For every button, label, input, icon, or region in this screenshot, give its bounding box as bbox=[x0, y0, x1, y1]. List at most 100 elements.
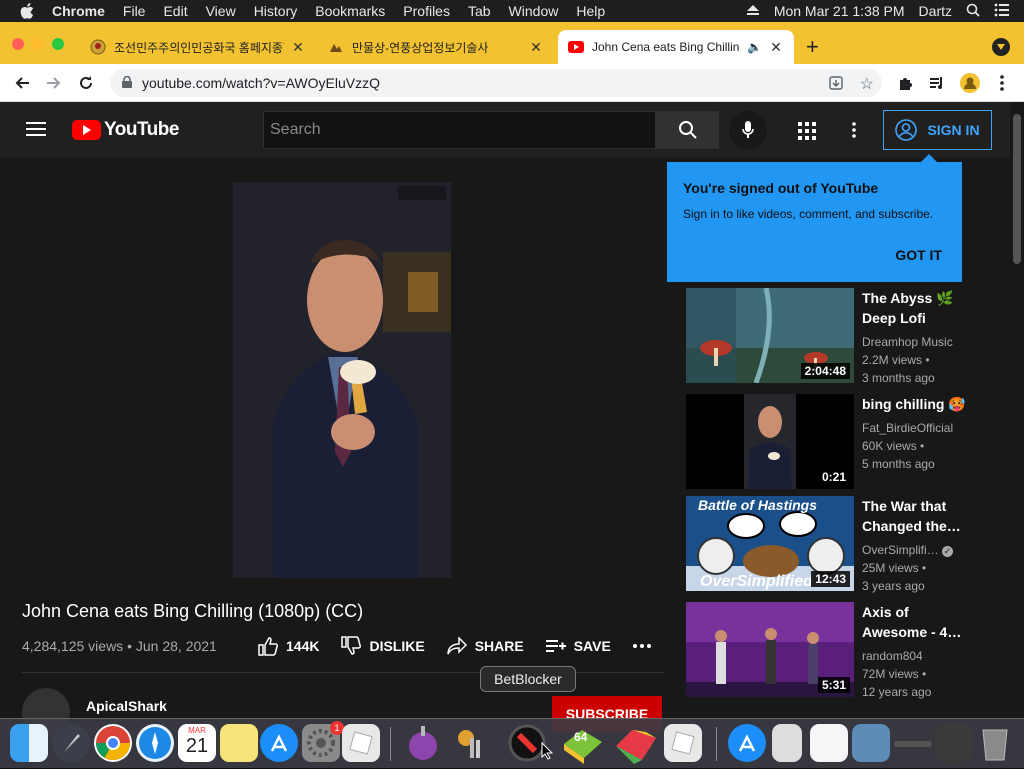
recommendation-channel[interactable]: Dreamhop Music bbox=[862, 333, 953, 351]
minimized-window-icon[interactable] bbox=[894, 741, 932, 747]
recommendation-channel[interactable]: OverSimplifi… bbox=[862, 543, 939, 557]
roblox-icon[interactable] bbox=[342, 724, 380, 762]
hamburger-menu-icon[interactable] bbox=[26, 121, 46, 142]
got-it-button[interactable]: GOT IT bbox=[895, 247, 942, 263]
menubar-clock[interactable]: Mon Mar 21 1:38 PM bbox=[774, 3, 905, 19]
finder-icon[interactable] bbox=[10, 724, 48, 762]
voice-search-mic-icon[interactable] bbox=[729, 111, 767, 149]
menu-window[interactable]: Window bbox=[509, 3, 559, 19]
thumbnail-lofi-forest[interactable]: 2:04:48 bbox=[686, 288, 854, 383]
apps-grid-icon[interactable] bbox=[798, 122, 816, 145]
address-bar[interactable]: youtube.com/watch?v=AWOyEluVzzQ ☆ bbox=[110, 69, 882, 97]
safari-compass-icon[interactable] bbox=[136, 724, 174, 762]
macos-dock: MAR 21 1 64 bbox=[0, 718, 1024, 768]
calendar-icon[interactable]: MAR 21 bbox=[178, 724, 216, 762]
settings-kebab-icon[interactable] bbox=[852, 122, 856, 143]
launchpad-rocket-icon[interactable] bbox=[52, 724, 90, 762]
video-title: John Cena eats Bing Chilling (1080p) (CC… bbox=[22, 601, 364, 621]
spotlight-search-icon[interactable] bbox=[966, 3, 980, 20]
menu-bookmarks[interactable]: Bookmarks bbox=[315, 3, 385, 19]
url-text[interactable]: youtube.com/watch?v=AWOyEluVzzQ bbox=[142, 75, 380, 91]
bluestacks-multi-icon[interactable] bbox=[612, 724, 656, 764]
menu-view[interactable]: View bbox=[206, 3, 236, 19]
page-scrollbar[interactable] bbox=[1010, 102, 1024, 716]
lock-icon[interactable] bbox=[122, 75, 132, 91]
install-app-icon[interactable] bbox=[828, 75, 844, 94]
menu-history[interactable]: History bbox=[254, 3, 298, 19]
thumbnail-axis-of-awesome[interactable]: 5:31 bbox=[686, 602, 854, 697]
document-file-icon[interactable] bbox=[772, 724, 802, 762]
close-window-button[interactable] bbox=[12, 38, 24, 50]
recommendation-item[interactable]: 0:21 bing chilling 🥵 Fat_BirdieOfficial … bbox=[686, 394, 966, 489]
notes-icon[interactable] bbox=[220, 724, 258, 762]
app-store-icon[interactable] bbox=[260, 724, 298, 762]
scrollbar-thumb[interactable] bbox=[1013, 114, 1021, 264]
extensions-puzzle-icon[interactable] bbox=[890, 67, 922, 99]
recommendation-channel[interactable]: Fat_BirdieOfficial bbox=[862, 419, 953, 437]
dislike-button[interactable]: DISLIKE bbox=[341, 636, 425, 656]
tab-manmulsang[interactable]: 만물상-연풍상업정보기술사 ✕ bbox=[318, 30, 554, 64]
tab-title: 조선민주주의인민공화국 홈페지종합 bbox=[114, 40, 284, 55]
screenshot-thumbnail-icon[interactable] bbox=[810, 724, 848, 762]
tab-dprk-portal[interactable]: 조선민주주의인민공화국 홈페지종합 ✕ bbox=[80, 30, 316, 64]
recommendation-item[interactable]: Battle of Hastings OverSimplified 12:43 … bbox=[686, 496, 966, 593]
menu-help[interactable]: Help bbox=[576, 3, 605, 19]
menu-profiles[interactable]: Profiles bbox=[403, 3, 450, 19]
eject-icon[interactable] bbox=[746, 3, 760, 19]
back-arrow-icon[interactable] bbox=[6, 67, 38, 99]
notification-center-icon[interactable] bbox=[994, 3, 1010, 20]
video-player[interactable] bbox=[233, 182, 451, 578]
thumbnail-battle-of-hastings[interactable]: Battle of Hastings OverSimplified 12:43 bbox=[686, 496, 854, 591]
menu-file[interactable]: File bbox=[123, 3, 146, 19]
minimized-window-thumbnail-icon[interactable] bbox=[934, 724, 972, 762]
trash-icon[interactable] bbox=[978, 724, 1016, 762]
minimize-window-button[interactable] bbox=[32, 38, 44, 50]
channel-name[interactable]: ApicalShark bbox=[86, 698, 167, 714]
reload-icon[interactable] bbox=[70, 67, 102, 99]
recommendation-item[interactable]: 5:31 Axis of Awesome - 4… random804 72M … bbox=[686, 602, 966, 699]
chrome-menu-kebab-icon[interactable] bbox=[986, 67, 1018, 99]
thumbnail-bing-chilling[interactable]: 0:21 bbox=[686, 394, 854, 489]
search-button[interactable] bbox=[656, 111, 719, 149]
search-input[interactable]: Search bbox=[263, 111, 656, 149]
new-tab-plus-icon[interactable]: + bbox=[806, 34, 819, 60]
recommendation-title[interactable]: Axis of Awesome - 4… bbox=[862, 602, 966, 642]
apple-icon[interactable] bbox=[20, 3, 36, 19]
close-tab-icon[interactable]: ✕ bbox=[290, 39, 306, 56]
sign-in-button[interactable]: SIGN IN bbox=[883, 110, 992, 150]
tab-youtube-active[interactable]: John Cena eats Bing Chillin 🔈 ✕ bbox=[558, 30, 794, 64]
zoom-window-button[interactable] bbox=[52, 38, 64, 50]
menu-tab[interactable]: Tab bbox=[468, 3, 491, 19]
youtube-logo[interactable]: YouTube bbox=[72, 119, 179, 141]
roblox-studio-icon[interactable] bbox=[664, 724, 702, 762]
keychain-access-icon[interactable] bbox=[452, 724, 490, 762]
tab-search-icon[interactable] bbox=[992, 38, 1010, 56]
menubar-user[interactable]: Dartz bbox=[919, 3, 952, 19]
forward-arrow-icon[interactable] bbox=[38, 67, 70, 99]
like-button[interactable]: 144K bbox=[258, 636, 319, 656]
recommendation-item[interactable]: 2:04:48 The Abyss 🌿 Deep Lofi Beats Drea… bbox=[686, 288, 966, 385]
close-tab-icon[interactable]: ✕ bbox=[528, 39, 544, 56]
system-preferences-gear-icon[interactable]: 1 bbox=[302, 721, 344, 762]
share-button[interactable]: SHARE bbox=[446, 637, 524, 655]
bluestacks-icon[interactable]: 64 bbox=[560, 724, 602, 764]
media-queue-icon[interactable] bbox=[921, 67, 953, 99]
folder-thumbnail-icon[interactable] bbox=[852, 724, 890, 762]
bookmark-star-icon[interactable]: ☆ bbox=[860, 74, 874, 94]
more-actions-icon[interactable] bbox=[632, 644, 659, 648]
recommendation-title[interactable]: The Abyss 🌿 Deep Lofi Beats bbox=[862, 288, 966, 328]
purple-app-icon[interactable] bbox=[404, 724, 442, 762]
chrome-icon[interactable] bbox=[94, 724, 132, 762]
recommendation-channel[interactable]: random804 bbox=[862, 647, 931, 665]
recommendation-title[interactable]: The War that Changed the… bbox=[862, 496, 966, 536]
menu-app-chrome[interactable]: Chrome bbox=[52, 3, 105, 19]
speaker-audio-icon[interactable]: 🔈 bbox=[747, 40, 762, 54]
menu-edit[interactable]: Edit bbox=[163, 3, 187, 19]
profile-avatar-icon[interactable] bbox=[954, 67, 986, 99]
view-count: 4,284,125 views bbox=[22, 638, 124, 654]
recommendation-title[interactable]: bing chilling 🥵 bbox=[862, 394, 966, 414]
thumbnail-brand: OverSimplified bbox=[700, 573, 813, 590]
app-store-download-icon[interactable] bbox=[728, 724, 766, 762]
close-tab-icon[interactable]: ✕ bbox=[768, 39, 784, 56]
save-button[interactable]: SAVE bbox=[545, 638, 611, 654]
